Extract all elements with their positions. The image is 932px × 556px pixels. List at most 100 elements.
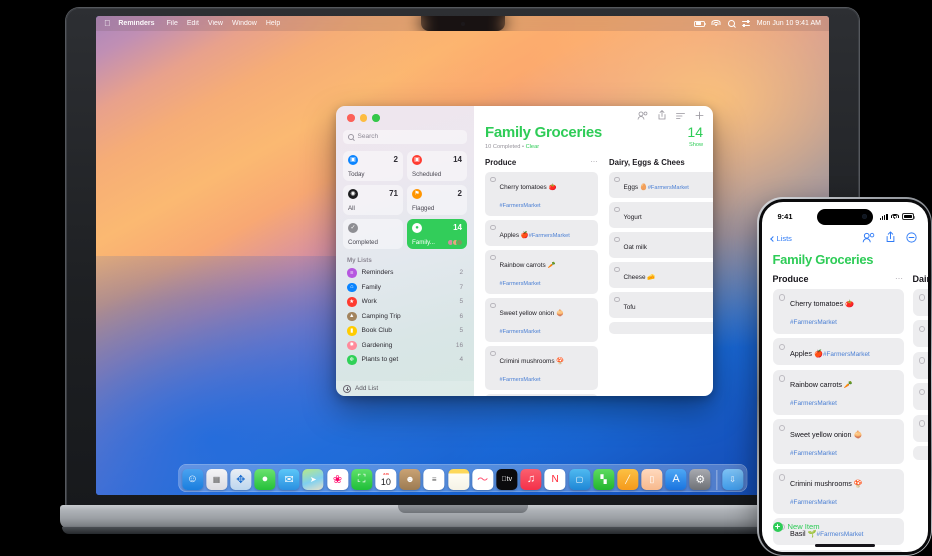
photos-icon[interactable]: ❀	[326, 468, 348, 490]
pages-icon[interactable]: ╱	[617, 468, 639, 490]
sidebar-item-book-club[interactable]: ▮ Book Club 5	[343, 324, 467, 339]
task-checkbox[interactable]	[614, 266, 620, 272]
add-list-button[interactable]: Add List	[336, 381, 474, 396]
column-options-icon[interactable]: ⋯	[895, 275, 904, 283]
task-checkbox[interactable]	[918, 294, 925, 301]
apple-logo-icon[interactable]: 	[104, 19, 110, 28]
safari-icon[interactable]: ✥	[230, 468, 252, 490]
notes-icon[interactable]	[447, 468, 469, 490]
task-tag[interactable]: #FarmersMarket	[823, 351, 870, 358]
new-item-button[interactable]: New Item	[772, 521, 820, 532]
task-row[interactable]: Rainbow carrots 🥕 #FarmersMarket	[485, 249, 598, 294]
close-button[interactable]	[347, 114, 355, 122]
column-options-icon[interactable]: ⋯	[591, 159, 599, 166]
task-tag[interactable]: #FarmersMarket	[529, 233, 570, 239]
task-row[interactable]: Oat	[912, 351, 928, 379]
music-icon[interactable]: ♫	[520, 468, 542, 490]
task-row[interactable]: Yog	[912, 320, 928, 347]
messages-icon[interactable]: ●	[254, 468, 276, 490]
task-row[interactable]: Eggs 🥚#FarmersMarket	[609, 171, 713, 198]
task-row[interactable]: Cheese 🧀	[609, 261, 713, 288]
smart-list-all[interactable]: ◉ 71 All	[343, 184, 403, 215]
task-row[interactable]: Apples 🍎#FarmersMarket	[485, 219, 598, 246]
home-indicator[interactable]	[814, 543, 875, 547]
task-checkbox[interactable]	[614, 176, 620, 182]
task-row-empty[interactable]	[912, 446, 928, 460]
task-checkbox[interactable]	[614, 206, 620, 212]
task-tag[interactable]: #FarmersMarket	[817, 531, 864, 538]
menu-item-window[interactable]: Window	[232, 20, 257, 27]
mail-icon[interactable]: ✉	[278, 468, 300, 490]
smart-list-scheduled[interactable]: ▣ 14 Scheduled	[407, 150, 467, 181]
smart-list-flagged[interactable]: ⚑ 2 Flagged	[407, 184, 467, 215]
menu-item-view[interactable]: View	[208, 20, 223, 27]
sidebar-item-gardening[interactable]: ✸ Gardening 16	[343, 338, 467, 353]
clear-button[interactable]: Clear	[526, 144, 540, 150]
sidebar-item-work[interactable]: ★ Work 5	[343, 295, 467, 310]
sidebar-item-camping-trip[interactable]: ▲ Camping Trip 6	[343, 309, 467, 324]
task-row[interactable]: Cherry tomatoes 🍅 #FarmersMarket	[485, 171, 598, 216]
contacts-icon[interactable]: ☻	[399, 468, 421, 490]
sidebar-item-plants-to-get[interactable]: ❄ Plants to get 4	[343, 353, 467, 368]
numbers-icon[interactable]: ▚	[593, 468, 615, 490]
control-center-icon[interactable]	[741, 20, 750, 27]
wifi-icon[interactable]	[711, 20, 721, 27]
menu-item-reminders[interactable]: Reminders	[118, 20, 154, 27]
task-tag[interactable]: #FarmersMarket	[500, 203, 541, 209]
task-row[interactable]: Cherry tomatoes 🍅 #FarmersMarket	[772, 288, 904, 334]
smart-list-family-groceries[interactable]: ● 14 Family...	[407, 218, 467, 249]
reminders-window[interactable]: Search ▣ 2 Today ▣ 14 Scheduled ◉ 71 All…	[336, 106, 713, 396]
task-tag[interactable]: #FarmersMarket	[500, 329, 541, 335]
facetime-icon[interactable]: ⛶	[351, 468, 373, 490]
minimize-button[interactable]	[359, 114, 367, 122]
menu-bar[interactable]:  Reminders File Edit View Window Help M…	[96, 16, 829, 31]
zoom-button[interactable]	[372, 114, 380, 122]
task-row[interactable]: Egg#Fa	[912, 288, 928, 316]
search-icon[interactable]	[727, 20, 735, 27]
task-checkbox[interactable]	[490, 224, 496, 230]
task-checkbox[interactable]	[490, 350, 496, 356]
task-checkbox[interactable]	[778, 343, 785, 350]
more-options-icon[interactable]	[905, 230, 917, 248]
sidebar-item-reminders[interactable]: ≡ Reminders 2	[343, 266, 467, 281]
menu-item-help[interactable]: Help	[266, 20, 280, 27]
task-tag[interactable]: #FarmersMarket	[790, 400, 837, 407]
calendar-icon[interactable]: JUN 10	[375, 468, 397, 490]
task-row[interactable]: Crimini mushrooms 🍄 #FarmersMarket	[772, 468, 904, 514]
task-row[interactable]: Tofu	[609, 291, 713, 318]
maps-icon[interactable]: ➤	[302, 468, 324, 490]
task-checkbox[interactable]	[778, 424, 785, 431]
downloads-folder-icon[interactable]: ⇩	[722, 468, 744, 490]
task-row[interactable]: Basil 🌱#FarmersMarket	[485, 393, 598, 396]
task-row[interactable]: Sweet yellow onion 🧅 #FarmersMarket	[772, 419, 904, 464]
menubar-clock[interactable]: Mon Jun 10 9:41 AM	[757, 20, 821, 27]
task-row[interactable]: Crimini mushrooms 🍄 #FarmersMarket	[485, 345, 598, 390]
task-row[interactable]: Che	[912, 383, 928, 410]
back-to-lists-button[interactable]: Lists	[769, 234, 792, 243]
launchpad-icon[interactable]: ▦	[206, 468, 228, 490]
appletv-icon[interactable]: tv	[496, 468, 518, 490]
task-checkbox[interactable]	[614, 236, 620, 242]
finder-icon[interactable]: ☺	[181, 468, 203, 490]
task-checkbox[interactable]	[614, 296, 620, 302]
task-row[interactable]: Apples 🍎#FarmersMarket	[772, 338, 904, 365]
show-completed-button[interactable]: Show	[689, 142, 703, 148]
task-checkbox[interactable]	[778, 375, 785, 382]
task-row[interactable]: Oat milk	[609, 231, 713, 258]
task-row-empty[interactable]	[609, 321, 713, 334]
news-icon[interactable]: N	[544, 468, 566, 490]
search-input[interactable]: Search	[343, 129, 467, 144]
task-row[interactable]: Avocado 🥑#FarmersMarket	[772, 549, 904, 552]
task-row[interactable]: Yogurt	[609, 201, 713, 228]
menu-item-file[interactable]: File	[167, 20, 178, 27]
appstore-icon[interactable]: A	[665, 468, 687, 490]
task-tag[interactable]: #FarmersMarket	[648, 185, 689, 191]
task-checkbox[interactable]	[918, 420, 925, 427]
sidebar-item-family[interactable]: ⌂ Family 7	[343, 280, 467, 295]
add-reminder-icon[interactable]	[695, 107, 704, 125]
reminders-icon[interactable]: ≡	[423, 468, 445, 490]
smart-list-today[interactable]: ▣ 2 Today	[343, 150, 403, 181]
task-checkbox[interactable]	[778, 474, 785, 481]
iphone-mirroring-icon[interactable]: ▯	[641, 468, 663, 490]
list-options-icon[interactable]	[676, 107, 685, 125]
